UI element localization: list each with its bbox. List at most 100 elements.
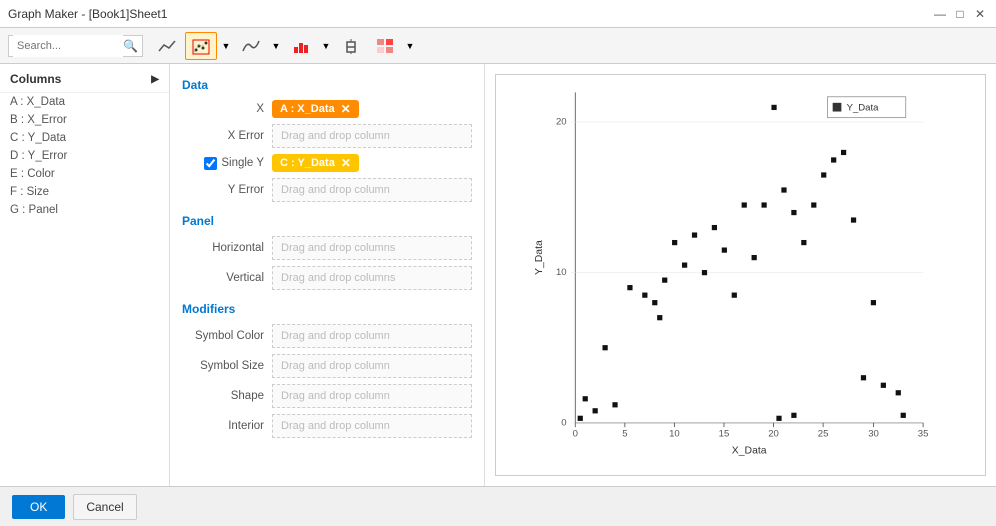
x-error-value: Drag and drop column [272,124,472,148]
data-point [791,413,796,418]
shape-value: Drag and drop column [272,384,472,408]
data-point [752,255,757,260]
y-data-tag[interactable]: C : Y_Data ✕ [272,154,359,172]
title-bar: Graph Maker - [Book1]Sheet1 — □ ✕ [0,0,996,28]
symbol-color-drop-zone[interactable]: Drag and drop column [272,324,472,348]
chart-smooth-button[interactable] [235,32,267,60]
toolbar: 🔍 ▼ ▼ [0,28,996,64]
interior-drop-zone[interactable]: Drag and drop column [272,414,472,438]
chart-btn-dropdown2[interactable]: ▼ [269,32,283,60]
ok-button[interactable]: OK [12,495,65,519]
symbol-size-row: Symbol Size Drag and drop column [182,354,472,378]
columns-chevron-icon: ▶ [151,74,159,85]
data-point [657,315,662,320]
scatter-chart: 0 10 20 0 5 [496,75,985,475]
columns-panel: Columns ▶ A : X_DataB : X_ErrorC : Y_Dat… [0,64,170,486]
vertical-label: Vertical [182,272,272,284]
data-point [901,413,906,418]
svg-text:35: 35 [918,429,929,440]
svg-text:20: 20 [556,117,567,128]
chart-bar-button[interactable] [285,32,317,60]
data-point [801,240,806,245]
data-point [761,202,766,207]
svg-text:30: 30 [868,429,879,440]
data-points [578,105,906,421]
column-item-a[interactable]: A : X_Data [0,93,169,111]
horizontal-drop-zone[interactable]: Drag and drop columns [272,236,472,260]
column-item-c[interactable]: C : Y_Data [0,129,169,147]
x-value: A : X_Data ✕ [272,100,472,118]
shape-drop-zone[interactable]: Drag and drop column [272,384,472,408]
data-point [652,300,657,305]
svg-text:10: 10 [669,429,680,440]
data-point [896,390,901,395]
symbol-color-row: Symbol Color Drag and drop column [182,324,472,348]
content-area: Columns ▶ A : X_DataB : X_ErrorC : Y_Dat… [0,64,996,486]
column-item-g[interactable]: G : Panel [0,201,169,219]
y-value: C : Y_Data ✕ [272,154,472,172]
column-item-f[interactable]: F : Size [0,183,169,201]
chart-scatter-button[interactable] [185,32,217,60]
data-point [593,408,598,413]
close-button[interactable]: ✕ [972,6,988,22]
data-point [871,300,876,305]
x-error-drop-zone[interactable]: Drag and drop column [272,124,472,148]
window-title: Graph Maker - [Book1]Sheet1 [8,7,167,21]
x-tag-close-icon[interactable]: ✕ [341,103,351,115]
svg-text:15: 15 [719,429,730,440]
chart-line-button[interactable] [151,32,183,60]
data-point [742,202,747,207]
x-error-label: X Error [182,130,272,142]
svg-text:25: 25 [818,429,829,440]
svg-text:0: 0 [561,417,566,428]
x-tag-text: A : X_Data [280,103,335,115]
columns-header: Columns ▶ [0,64,169,93]
data-point [821,172,826,177]
data-point [791,210,796,215]
data-point [602,345,607,350]
svg-text:Y_Data: Y_Data [847,103,880,114]
cancel-button[interactable]: Cancel [73,494,136,520]
y-error-drop-zone[interactable]: Drag and drop column [272,178,472,202]
maximize-button[interactable]: □ [952,6,968,22]
svg-text:0: 0 [573,429,578,440]
x-label: X [182,103,272,115]
x-data-tag[interactable]: A : X_Data ✕ [272,100,359,118]
svg-text:10: 10 [556,267,567,278]
svg-text:20: 20 [768,429,779,440]
data-point [732,293,737,298]
column-item-d[interactable]: D : Y_Error [0,147,169,165]
vertical-drop-zone[interactable]: Drag and drop columns [272,266,472,290]
single-y-text: Single Y [221,157,264,169]
shape-row: Shape Drag and drop column [182,384,472,408]
y-error-field-row: Y Error Drag and drop column [182,178,472,202]
chart-box-button[interactable] [335,32,367,60]
chart-btn-dropdown1[interactable]: ▼ [219,32,233,60]
data-point [881,383,886,388]
symbol-size-drop-zone[interactable]: Drag and drop column [272,354,472,378]
symbol-size-label: Symbol Size [182,360,272,372]
data-point [841,150,846,155]
chart-btn-dropdown4[interactable]: ▼ [403,32,417,60]
data-section-title: Data [182,78,472,92]
column-item-b[interactable]: B : X_Error [0,111,169,129]
chart-heatmap-button[interactable] [369,32,401,60]
chart-btn-dropdown3[interactable]: ▼ [319,32,333,60]
minimize-button[interactable]: — [932,6,948,22]
horizontal-field-row: Horizontal Drag and drop columns [182,236,472,260]
modifiers-section-title: Modifiers [182,302,472,316]
data-point [851,217,856,222]
y-error-label: Y Error [182,184,272,196]
x-field-row: X A : X_Data ✕ [182,100,472,118]
single-y-checkbox[interactable] [204,157,217,170]
search-input[interactable] [13,35,123,57]
symbol-size-value: Drag and drop column [272,354,472,378]
panel-section-title: Panel [182,214,472,228]
y-tag-close-icon[interactable]: ✕ [341,157,351,169]
y-error-value: Drag and drop column [272,178,472,202]
column-item-e[interactable]: E : Color [0,165,169,183]
chart-container: 0 10 20 0 5 [495,74,986,476]
vertical-value: Drag and drop columns [272,266,472,290]
chart-type-group: ▼ ▼ ▼ [151,32,417,60]
data-point [672,240,677,245]
